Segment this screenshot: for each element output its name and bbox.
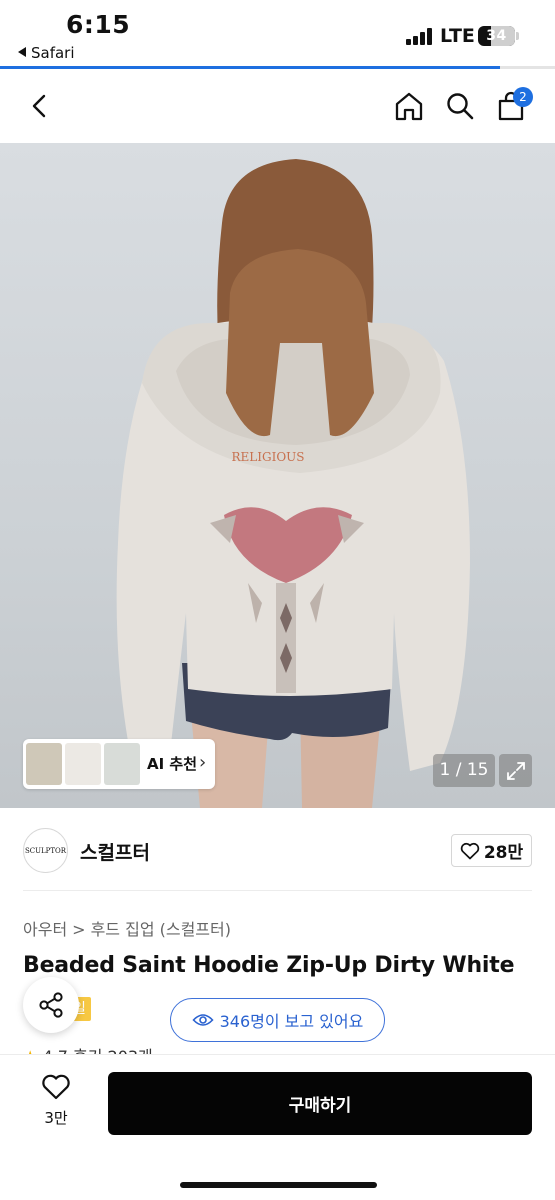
battery-icon: 34 [478,26,515,46]
recommendation-thumbnail[interactable] [104,743,140,785]
bottom-action-bar: 3만 구매하기 [0,1054,555,1200]
back-triangle-icon [18,47,26,57]
cart-button[interactable]: 2 [488,83,534,129]
wishlist-count: 3만 [44,1109,68,1127]
shop-logo-text: SCULPTOR [24,846,67,855]
share-button[interactable] [23,977,79,1033]
back-button[interactable] [17,83,63,129]
home-indicator [180,1182,377,1188]
chevron-left-icon [32,94,46,118]
home-button[interactable] [386,83,432,129]
breadcrumb-item[interactable]: 아우터 [23,920,67,939]
breadcrumb-item[interactable]: 후드 집업 (스컬프터) [91,920,231,939]
product-title: Beaded Saint Hoodie Zip-Up Dirty White [23,953,515,978]
viewers-pill: 346명이 보고 있어요 [170,998,385,1042]
shop-name[interactable]: 스컬프터 [80,838,150,865]
shop-like-count: 28만 [483,843,524,863]
share-icon [39,992,63,1018]
product-photo: RELIGIOUS [116,159,470,808]
expand-icon [506,761,525,780]
chevron-right-icon: > [72,920,86,939]
chevron-right-icon: › [199,752,207,773]
home-icon [395,92,423,121]
heart-icon [460,842,480,859]
breadcrumb: 아우터 > 후드 집업 (스컬프터) [23,916,231,940]
status-time: 6:15 [66,10,131,39]
shop-like-button[interactable]: 28만 [451,834,532,867]
search-icon [447,93,474,120]
image-counter: 1 / 15 [433,754,495,787]
wishlist-button[interactable]: 3만 [24,1073,88,1137]
signal-icon [406,27,434,45]
battery-cap [516,32,519,40]
cart-count-badge: 2 [513,87,533,107]
viewers-text: 346명이 보고 있어요 [219,1012,364,1031]
svg-text:RELIGIOUS: RELIGIOUS [231,450,304,464]
back-to-app-link[interactable]: Safari [18,44,75,62]
shop-logo[interactable]: SCULPTOR [23,828,68,873]
status-bar: 6:15 Safari LTE 34 [0,0,555,69]
recommendation-thumbnail[interactable] [65,743,101,785]
recommendation-thumbnail[interactable] [26,743,62,785]
heart-icon [42,1074,70,1100]
buy-button[interactable]: 구매하기 [108,1072,532,1135]
expand-button[interactable] [499,754,532,787]
network-type: LTE [440,25,475,47]
ai-recommendation-label: AI 추천 [147,755,198,773]
product-image-gallery[interactable]: RELIGIOUS AI 추천 › 1 / 15 [0,143,555,808]
divider [23,890,532,891]
battery-level: 34 [486,28,507,44]
shop-row: SCULPTOR 스컬프터 28만 [0,808,555,892]
back-app-label: Safari [31,44,75,62]
ai-recommendation-button[interactable]: AI 추천 › [23,739,215,789]
top-nav: 2 [0,69,555,143]
eye-icon [192,1014,214,1026]
search-button[interactable] [437,83,483,129]
